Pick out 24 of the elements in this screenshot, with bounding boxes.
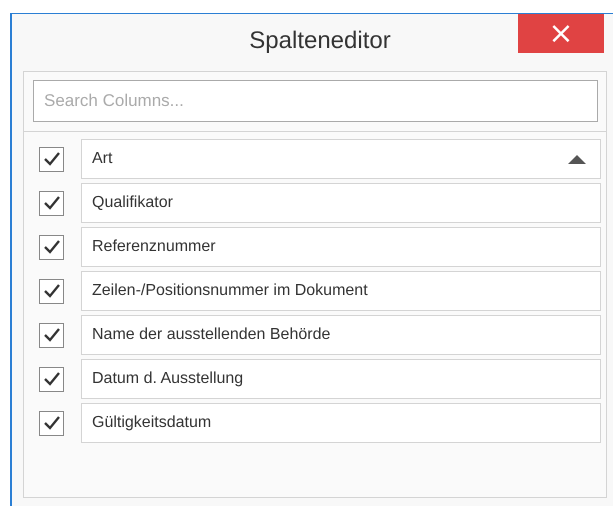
- column-name: Art: [92, 150, 112, 168]
- checkbox[interactable]: [39, 410, 64, 436]
- column-name: Datum d. Ausstellung: [92, 370, 244, 388]
- checkbox[interactable]: [39, 190, 64, 216]
- close-button[interactable]: ×: [518, 14, 604, 53]
- column-item[interactable]: Qualifikator: [81, 183, 601, 223]
- window-title: Spalteneditor: [249, 26, 391, 56]
- column-item[interactable]: Art: [81, 139, 601, 179]
- column-name: Qualifikator: [92, 194, 173, 212]
- checkbox[interactable]: [39, 322, 64, 348]
- search-field[interactable]: Search Columns...: [33, 80, 598, 122]
- column-name: Gültigkeitsdatum: [92, 414, 212, 432]
- column-item[interactable]: Zeilen-/Positionsnummer im Dokument: [81, 271, 601, 311]
- column-name: Zeilen-/Positionsnummer im Dokument: [92, 282, 368, 300]
- checkbox[interactable]: [39, 366, 64, 392]
- column-name: Referenznummer: [92, 238, 216, 256]
- column-item[interactable]: Gültigkeitsdatum: [81, 403, 601, 443]
- column-item[interactable]: Datum d. Ausstellung: [81, 359, 601, 399]
- column-item[interactable]: Name der ausstellenden Behörde: [81, 315, 601, 355]
- checkbox[interactable]: [39, 278, 64, 304]
- checkbox[interactable]: [39, 146, 64, 172]
- column-name: Name der ausstellenden Behörde: [92, 326, 330, 344]
- checkbox[interactable]: [39, 234, 64, 260]
- column-item[interactable]: Referenznummer: [81, 227, 601, 267]
